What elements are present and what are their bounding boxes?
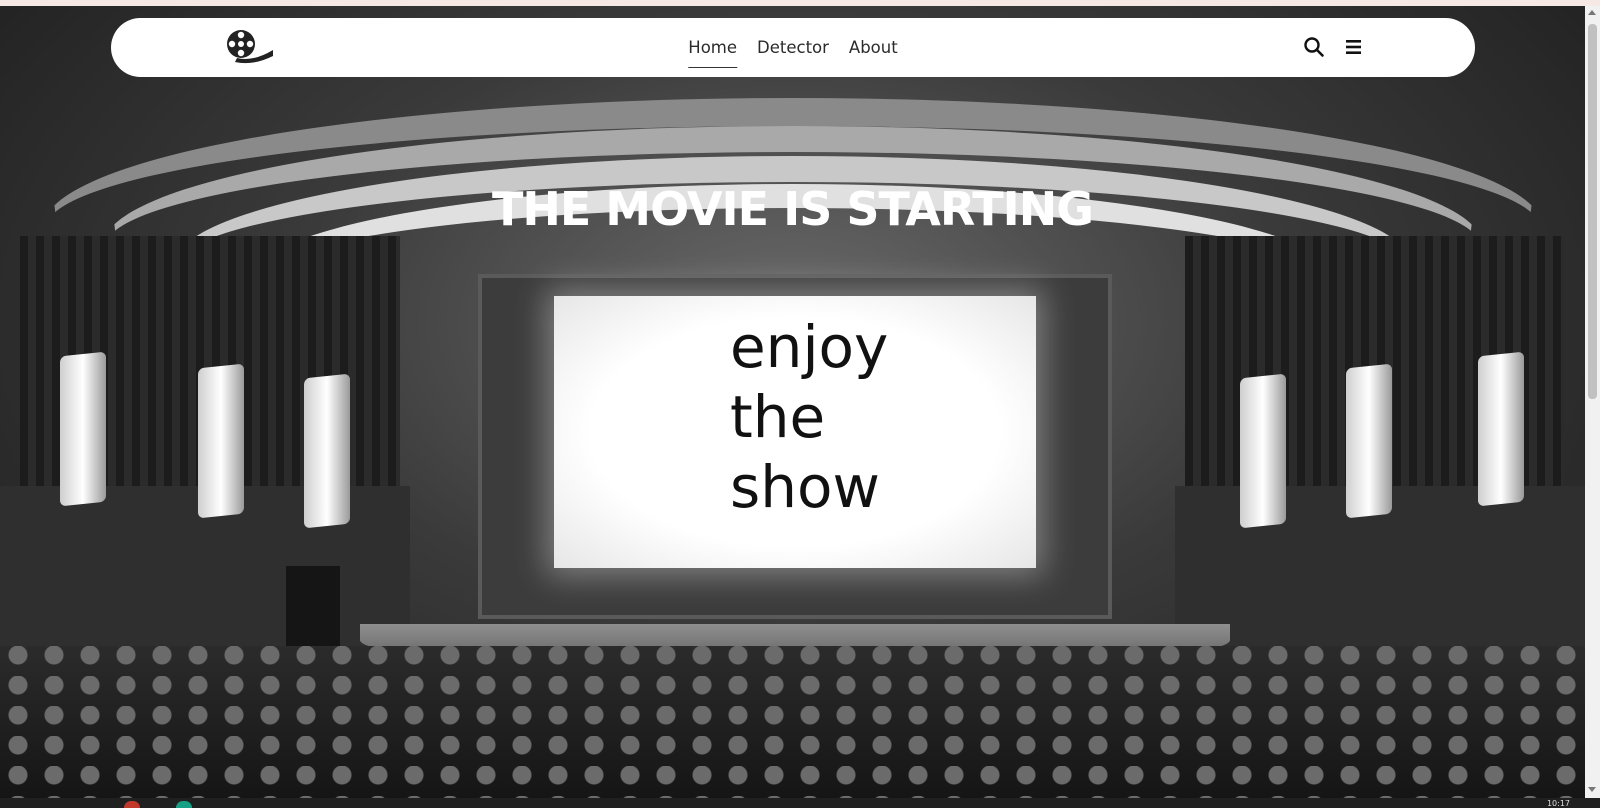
nav-link-home[interactable]: Home — [688, 34, 737, 68]
scroll-down-arrow-icon[interactable] — [1588, 787, 1596, 792]
screen-text-line: show — [730, 453, 880, 521]
screen-text-line: enjoy — [730, 313, 889, 381]
search-icon[interactable] — [1303, 36, 1325, 58]
top-navbar: Home Detector About — [111, 18, 1475, 77]
auditorium-seats — [0, 646, 1585, 798]
scrollbar-thumb[interactable] — [1588, 24, 1597, 399]
nav-link-about[interactable]: About — [849, 34, 898, 61]
os-taskbar — [0, 798, 1600, 808]
hero-section: THE MOVIE IS STARTING enjoy the show — [0, 6, 1585, 798]
acoustic-panel — [60, 351, 106, 507]
screen-text-line: the — [730, 383, 826, 451]
acoustic-panel — [1478, 351, 1524, 507]
nav-links: Home Detector About — [688, 18, 898, 77]
taskbar-app-icon[interactable] — [176, 801, 192, 808]
exit-door — [286, 566, 340, 656]
acoustic-panel — [304, 373, 350, 529]
acoustic-panel — [1346, 363, 1392, 519]
film-reel-icon[interactable] — [223, 28, 275, 64]
taskbar-clock: 10:17 — [1546, 799, 1570, 808]
acoustic-panel — [198, 363, 244, 519]
nav-link-detector[interactable]: Detector — [757, 34, 829, 61]
taskbar-app-icon[interactable] — [124, 801, 140, 808]
nav-actions — [1303, 36, 1365, 58]
vertical-scrollbar[interactable] — [1585, 6, 1600, 798]
hero-title: THE MOVIE IS STARTING — [491, 182, 1094, 236]
hamburger-menu-icon[interactable] — [1343, 36, 1365, 58]
scroll-up-arrow-icon[interactable] — [1588, 10, 1596, 15]
screen-text: enjoy the show — [730, 312, 888, 522]
acoustic-panel — [1240, 373, 1286, 529]
